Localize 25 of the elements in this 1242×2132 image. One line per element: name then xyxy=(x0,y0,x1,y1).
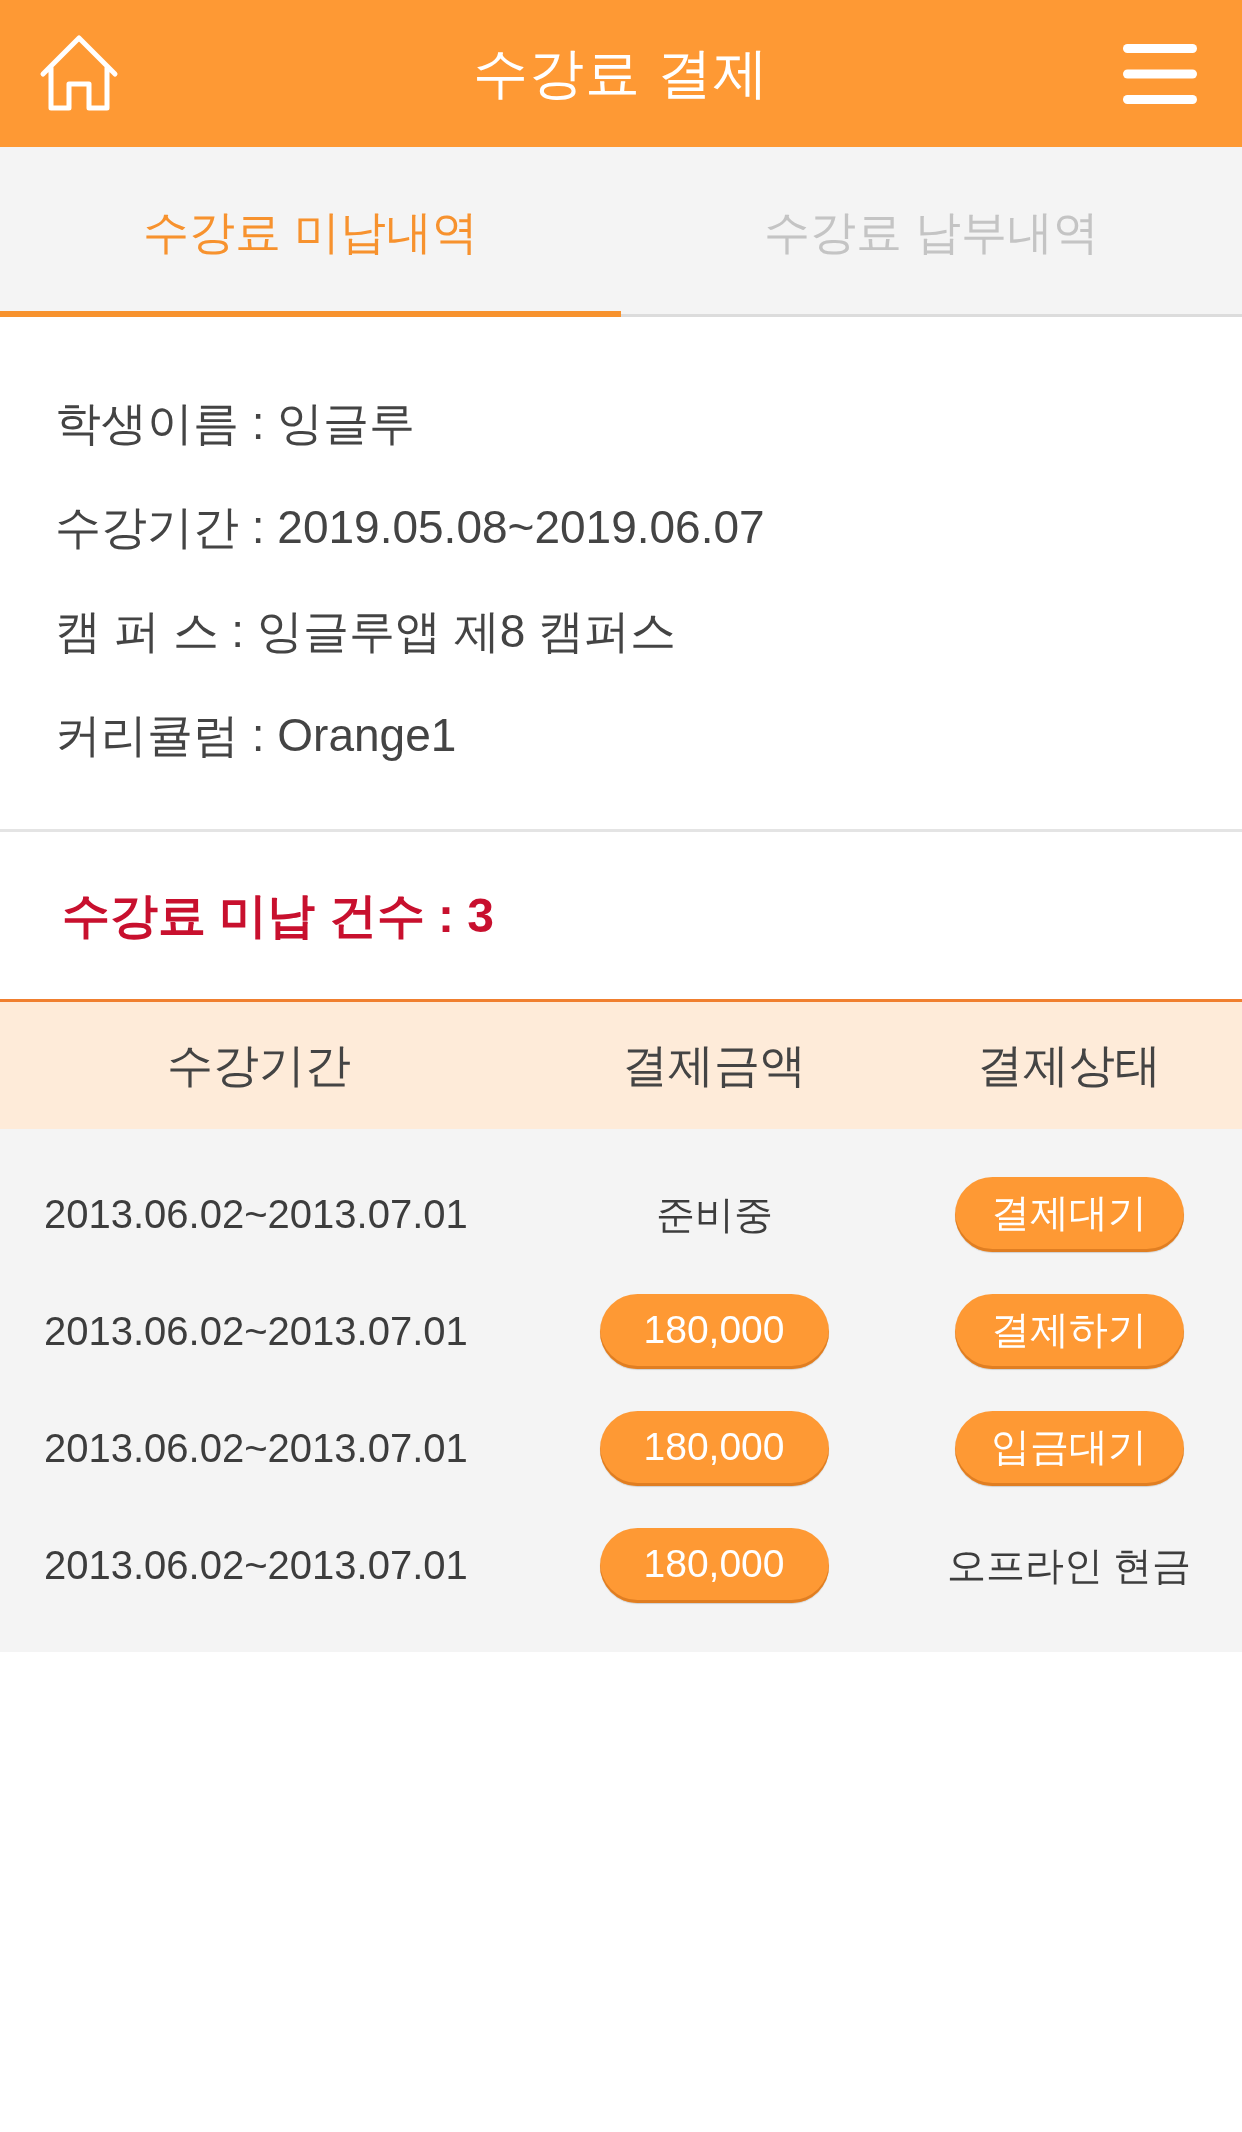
amount-button[interactable]: 180,000 xyxy=(599,1528,829,1603)
period-text: 2013.06.02~2013.07.01 xyxy=(44,1426,468,1471)
menu-icon xyxy=(1123,43,1197,104)
tab[interactable]: 수강료 미납내역 xyxy=(0,147,621,317)
amount-button[interactable]: 180,000 xyxy=(599,1294,829,1369)
amount-button[interactable]: 180,000 xyxy=(599,1411,829,1486)
period-text: 2013.06.02~2013.07.01 xyxy=(44,1192,468,1237)
page-title: 수강료 결제 xyxy=(471,40,771,106)
info-line: 커리큘럼 : Orange1 xyxy=(55,708,458,763)
period-text: 2013.06.02~2013.07.01 xyxy=(44,1543,468,1588)
info-line: 수강기간 : 2019.05.08~2019.06.07 xyxy=(55,500,766,555)
status-text: 오프라인 현금 xyxy=(946,1542,1192,1589)
status-button[interactable]: 결제대기 xyxy=(954,1177,1184,1252)
status-button[interactable]: 결제하기 xyxy=(954,1294,1184,1369)
home-icon xyxy=(39,33,119,114)
column-header: 수강기간 xyxy=(166,1037,352,1093)
amount-text: 준비중 xyxy=(655,1191,773,1238)
column-header: 결제금액 xyxy=(621,1037,807,1093)
info-line: 캠 퍼 스 : 잉글루앱 제8 캠퍼스 xyxy=(55,604,678,659)
unpaid-count-text: 수강료 미납 건수 : 3 xyxy=(61,887,496,944)
home-button[interactable] xyxy=(39,33,119,114)
period-text: 2013.06.02~2013.07.01 xyxy=(44,1309,468,1354)
column-header: 결제상태 xyxy=(976,1037,1162,1093)
info-line: 학생이름 : 잉글루 xyxy=(55,396,417,451)
status-button[interactable]: 입금대기 xyxy=(954,1411,1184,1486)
